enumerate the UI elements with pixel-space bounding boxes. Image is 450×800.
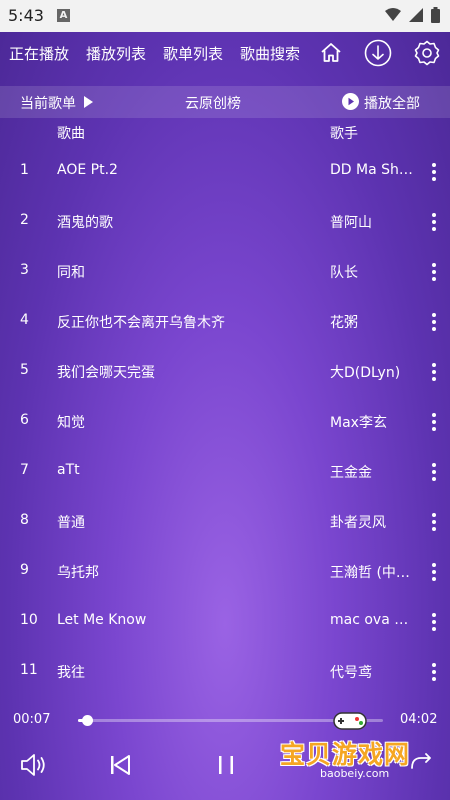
top-nav: 正在播放 播放列表 歌单列表 歌曲搜索 (0, 32, 450, 74)
song-title[interactable]: AOE Pt.2 (57, 162, 307, 178)
more-options-icon[interactable] (427, 411, 441, 433)
song-title[interactable]: Let Me Know (57, 612, 307, 628)
watermark-logo: 宝贝游戏网 baobeiy.com (270, 705, 435, 790)
status-time: 5:43 (8, 6, 44, 25)
more-options-icon[interactable] (427, 361, 441, 383)
song-number: 5 (20, 362, 29, 378)
song-title[interactable]: aTt (57, 462, 307, 478)
song-artist: 代号鸢 (330, 665, 372, 681)
download-icon[interactable] (363, 38, 393, 68)
song-title[interactable]: 同和 (57, 262, 307, 282)
song-number: 11 (20, 662, 38, 678)
watermark-url: baobeiy.com (320, 767, 390, 780)
volume-icon[interactable] (17, 748, 51, 782)
song-title[interactable]: 酒鬼的歌 (57, 212, 307, 232)
song-title[interactable]: 反正你也不会离开乌鲁木齐 (57, 312, 307, 332)
wifi-icon (385, 8, 401, 21)
song-title[interactable]: 我往 (57, 662, 307, 682)
settings-icon[interactable] (412, 38, 442, 68)
song-artist: 花粥 (330, 315, 358, 331)
current-playlist-label[interactable]: 当前歌单 (20, 93, 76, 113)
more-options-icon[interactable] (427, 161, 441, 183)
more-options-icon[interactable] (427, 461, 441, 483)
song-artist: Max李玄 (330, 415, 387, 431)
song-number: 3 (20, 262, 29, 278)
song-row[interactable]: 4 反正你也不会离开乌鲁木齐 花粥 (0, 297, 450, 347)
play-all-button[interactable]: 播放全部 (364, 93, 420, 113)
song-number: 1 (20, 162, 29, 178)
more-options-icon[interactable] (427, 211, 441, 233)
song-row[interactable]: 8 普通 卦者灵风 (0, 497, 450, 547)
column-header-song: 歌曲 (57, 126, 85, 142)
play-circle-icon[interactable] (342, 93, 359, 110)
tab-now-playing[interactable]: 正在播放 (9, 43, 69, 64)
status-bar: 5:43 A (0, 0, 450, 32)
song-title[interactable]: 知觉 (57, 412, 307, 432)
more-options-icon[interactable] (427, 611, 441, 633)
more-options-icon[interactable] (427, 511, 441, 533)
playlist-name: 云原创榜 (185, 96, 241, 112)
tab-playlists[interactable]: 歌单列表 (163, 43, 223, 64)
song-artist: 卦者灵风 (330, 515, 386, 531)
more-options-icon[interactable] (427, 261, 441, 283)
tab-song-search[interactable]: 歌曲搜索 (240, 43, 300, 64)
song-row[interactable]: 7 aTt 王金金 (0, 447, 450, 497)
song-artist: 王金金 (330, 465, 372, 481)
pause-icon[interactable] (209, 748, 243, 782)
song-row[interactable]: 10 Let Me Know mac ova s… (0, 597, 450, 647)
song-title[interactable]: 我们会哪天完蛋 (57, 362, 307, 382)
song-row[interactable]: 6 知觉 Max李玄 (0, 397, 450, 447)
song-number: 7 (20, 462, 29, 478)
song-title[interactable]: 普通 (57, 512, 307, 532)
song-artist: mac ova s… (330, 612, 414, 628)
home-icon[interactable] (316, 38, 346, 68)
battery-icon (431, 7, 440, 23)
more-options-icon[interactable] (427, 661, 441, 683)
song-artist: 王瀚哲 (中… (330, 565, 410, 581)
song-row[interactable]: 3 同和 队长 (0, 247, 450, 297)
elapsed-time: 00:07 (13, 712, 51, 727)
song-row[interactable]: 2 酒鬼的歌 普阿山 (0, 197, 450, 247)
progress-knob[interactable] (81, 715, 93, 726)
watermark-text: 宝贝游戏网 (280, 740, 411, 769)
song-number: 9 (20, 562, 29, 578)
tab-play-queue[interactable]: 播放列表 (86, 43, 146, 64)
more-options-icon[interactable] (427, 311, 441, 333)
song-artist: 队长 (330, 265, 358, 281)
song-row[interactable]: 9 乌托邦 王瀚哲 (中… (0, 547, 450, 597)
song-number: 10 (20, 612, 38, 628)
song-artist: 大D(DLyn) (330, 365, 401, 381)
more-options-icon[interactable] (427, 561, 441, 583)
song-row[interactable]: 5 我们会哪天完蛋 大D(DLyn) (0, 347, 450, 397)
song-artist: DD Ma Sh… (330, 162, 413, 178)
gamepad-icon (333, 712, 367, 730)
song-title[interactable]: 乌托邦 (57, 562, 307, 582)
song-number: 8 (20, 512, 29, 528)
previous-track-icon[interactable] (103, 748, 137, 782)
song-row[interactable]: 1 AOE Pt.2 DD Ma Sh… (0, 147, 450, 197)
signal-icon (409, 8, 423, 22)
song-number: 4 (20, 312, 29, 328)
song-row[interactable]: 11 我往 代号鸢 (0, 647, 450, 697)
playlist-bar: 当前歌单 云原创榜 播放全部 (0, 86, 450, 118)
song-artist: 普阿山 (330, 215, 372, 231)
app-notification-icon: A (57, 9, 70, 22)
triangle-right-icon[interactable] (84, 96, 93, 108)
column-header-artist: 歌手 (330, 126, 358, 142)
song-number: 6 (20, 412, 29, 428)
song-number: 2 (20, 212, 29, 228)
